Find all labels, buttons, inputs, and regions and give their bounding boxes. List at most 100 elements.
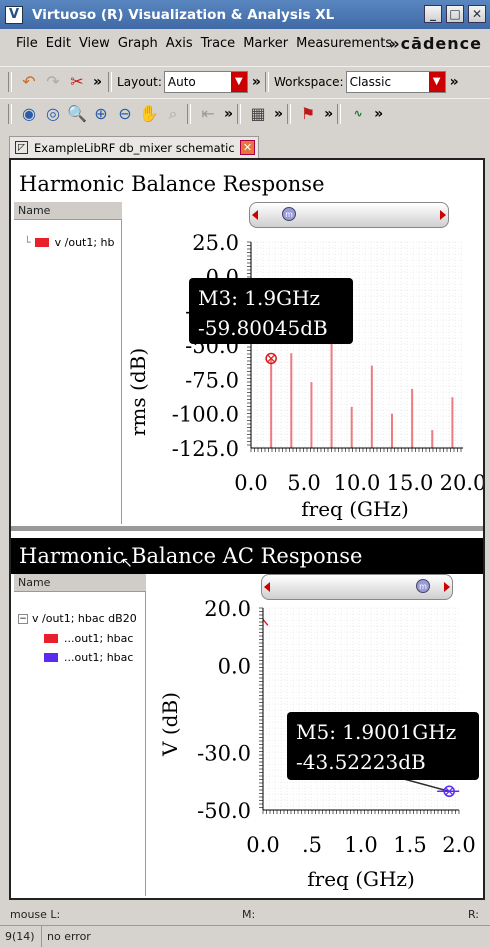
workspace-select[interactable]: Classic ▼ [345, 70, 446, 93]
x-tick-label: 1.0 [344, 833, 377, 857]
chart2-xlabel: freq (GHz) [307, 867, 415, 891]
toolbar-grip[interactable] [187, 103, 191, 124]
toolbar-grip[interactable] [8, 103, 12, 124]
toolbar-overflow-icon[interactable]: » [324, 106, 333, 122]
fit-all-icon[interactable]: ◉ [17, 102, 41, 126]
application-window: V Virtuoso (R) Visualization & Analysis … [0, 0, 490, 947]
chevron-down-icon[interactable]: ▼ [428, 71, 445, 92]
close-window-button[interactable]: ✕ [468, 5, 486, 23]
tab-row: ◸ ExampleLibRF db_mixer schematic ✕ [0, 134, 490, 158]
history-count: 9(14) [0, 925, 42, 947]
chevron-down-icon[interactable]: ▼ [230, 71, 247, 92]
menu-graph[interactable]: Graph [114, 36, 162, 51]
mouse-l-label: mouse L: [10, 907, 61, 921]
marker-m5-tooltip[interactable]: M5: 1.9001GHz -43.52223dB [287, 712, 479, 780]
layout-label: Layout: [117, 74, 162, 89]
menu-marker[interactable]: Marker [239, 36, 292, 51]
x-tick-label: 1.5 [393, 833, 426, 857]
plot-window: Harmonic Balance Response Name └ v /out1… [9, 158, 485, 900]
toolbar-grip[interactable] [337, 103, 342, 124]
mouse-r-label: R: [468, 907, 480, 921]
mouse-cursor-icon: ↖ [121, 555, 133, 571]
magnify-icon[interactable]: ⌕ [161, 102, 185, 126]
menu-measurements[interactable]: Measurements [292, 36, 396, 51]
chart1-xlabel: freq (GHz) [301, 497, 409, 521]
menu-file[interactable]: File [12, 36, 42, 51]
app-icon[interactable]: V [5, 5, 23, 24]
x-tick-label: 0.0 [246, 833, 279, 857]
pane1-title: Harmonic Balance Response [11, 166, 483, 202]
flag-icon[interactable]: ⚑ [296, 102, 320, 126]
tab-schematic[interactable]: ◸ ExampleLibRF db_mixer schematic ✕ [9, 136, 259, 158]
marker-m3-value: -59.80045dB [198, 316, 328, 340]
status-message: no error [47, 930, 91, 943]
workspace-value: Classic [349, 74, 392, 89]
x-tick-label: 20.0 [440, 471, 483, 495]
minimize-button[interactable]: _ [424, 5, 442, 23]
y-tick-label: -125.0 [172, 437, 239, 461]
x-tick-label: 10.0 [334, 471, 381, 495]
y-tick-label: -75.0 [185, 368, 239, 392]
marker-m3-tooltip[interactable]: M3: 1.9GHz -59.80045dB [189, 278, 353, 344]
toolbar-grip[interactable] [287, 103, 292, 124]
toolbar-grip[interactable] [8, 71, 12, 92]
pane2-title: Harmonic Balance AC Response [11, 538, 483, 574]
layout-value: Auto [167, 74, 196, 89]
toolbar-zoom: ◉ ◎ 🔍 ⊕ ⊖ ✋ ⌕ ⇤ » ▦ » ⚑ » ∿ » [0, 98, 490, 128]
status-bar: 9(14) no error [0, 925, 490, 947]
y-tick-label: -30.0 [197, 741, 251, 765]
y-tick-label: 20.0 [204, 597, 251, 621]
mouse-status-bar: mouse L: M: R: [0, 905, 490, 923]
title-bar: V Virtuoso (R) Visualization & Analysis … [0, 0, 490, 29]
zoom-in-icon[interactable]: ⊕ [89, 102, 113, 126]
marker-m5-freq: M5: 1.9001GHz [296, 720, 457, 744]
window-title: Virtuoso (R) Visualization & Analysis XL [32, 6, 335, 23]
redo-icon[interactable]: ↷ [41, 70, 65, 94]
toolbar-grip[interactable] [108, 71, 113, 92]
toolbar-overflow-icon[interactable]: » [274, 106, 283, 122]
toolbar-main: ↶ ↷ ✂ » Layout: Auto ▼ » Workspace: Clas… [0, 66, 490, 96]
x-tick-label: 0.0 [234, 471, 267, 495]
zoom-out-icon[interactable]: ⊖ [113, 102, 137, 126]
maximize-button[interactable]: □ [446, 5, 464, 23]
undo-icon[interactable]: ↶ [17, 70, 41, 94]
menu-axis[interactable]: Axis [162, 36, 197, 51]
y-tick-label: -100.0 [172, 403, 239, 427]
toolbar-overflow-icon[interactable]: » [374, 106, 383, 122]
x-tick-label: 2.0 [442, 833, 475, 857]
toolbar-overflow-icon[interactable]: » [450, 74, 459, 90]
cut-icon[interactable]: ✂ [65, 70, 89, 94]
cadence-logo: »cādence [389, 34, 482, 53]
toolbar-grip[interactable] [237, 103, 242, 124]
layout-select[interactable]: Auto ▼ [163, 70, 248, 93]
marker-m5-value: -43.52223dB [296, 750, 426, 774]
menu-edit[interactable]: Edit [42, 36, 75, 51]
ac-response-line [262, 619, 269, 626]
menu-view[interactable]: View [75, 36, 114, 51]
y-tick-label: 25.0 [192, 231, 239, 255]
toolbar-overflow-icon[interactable]: » [252, 74, 261, 90]
y-tick-label: -50.0 [197, 799, 251, 823]
pane1-chart[interactable]: rms (dB) freq (GHz) 25.00.0-25.0-50.0-75… [11, 202, 483, 524]
x-tick-label: 15.0 [387, 471, 434, 495]
menu-trace[interactable]: Trace [197, 36, 240, 51]
tab-label: ExampleLibRF db_mixer schematic [34, 140, 235, 155]
toolbar-overflow-icon[interactable]: » [93, 74, 102, 90]
adc-icon[interactable]: ∿ [346, 102, 370, 126]
x-tick-label: 5.0 [287, 471, 320, 495]
calculator-icon[interactable]: ▦ [246, 102, 270, 126]
mouse-m-label: M: [242, 907, 256, 921]
chart2-ylabel: V (dB) [158, 692, 182, 757]
fit-icon[interactable]: ◎ [41, 102, 65, 126]
pan-icon[interactable]: ✋ [137, 102, 161, 126]
y-tick-label: 0.0 [218, 655, 251, 679]
marker-m3-freq: M3: 1.9GHz [198, 286, 321, 310]
pane-separator[interactable] [11, 526, 483, 531]
delete-strip-icon[interactable]: ⇤ [196, 102, 220, 126]
toolbar-overflow-icon[interactable]: » [224, 106, 233, 122]
zoom-icon[interactable]: 🔍 [65, 102, 89, 126]
toolbar-grip[interactable] [264, 71, 269, 92]
schematic-icon: ◸ [15, 141, 28, 154]
close-tab-icon[interactable]: ✕ [240, 140, 255, 155]
workspace-label: Workspace: [273, 74, 344, 89]
